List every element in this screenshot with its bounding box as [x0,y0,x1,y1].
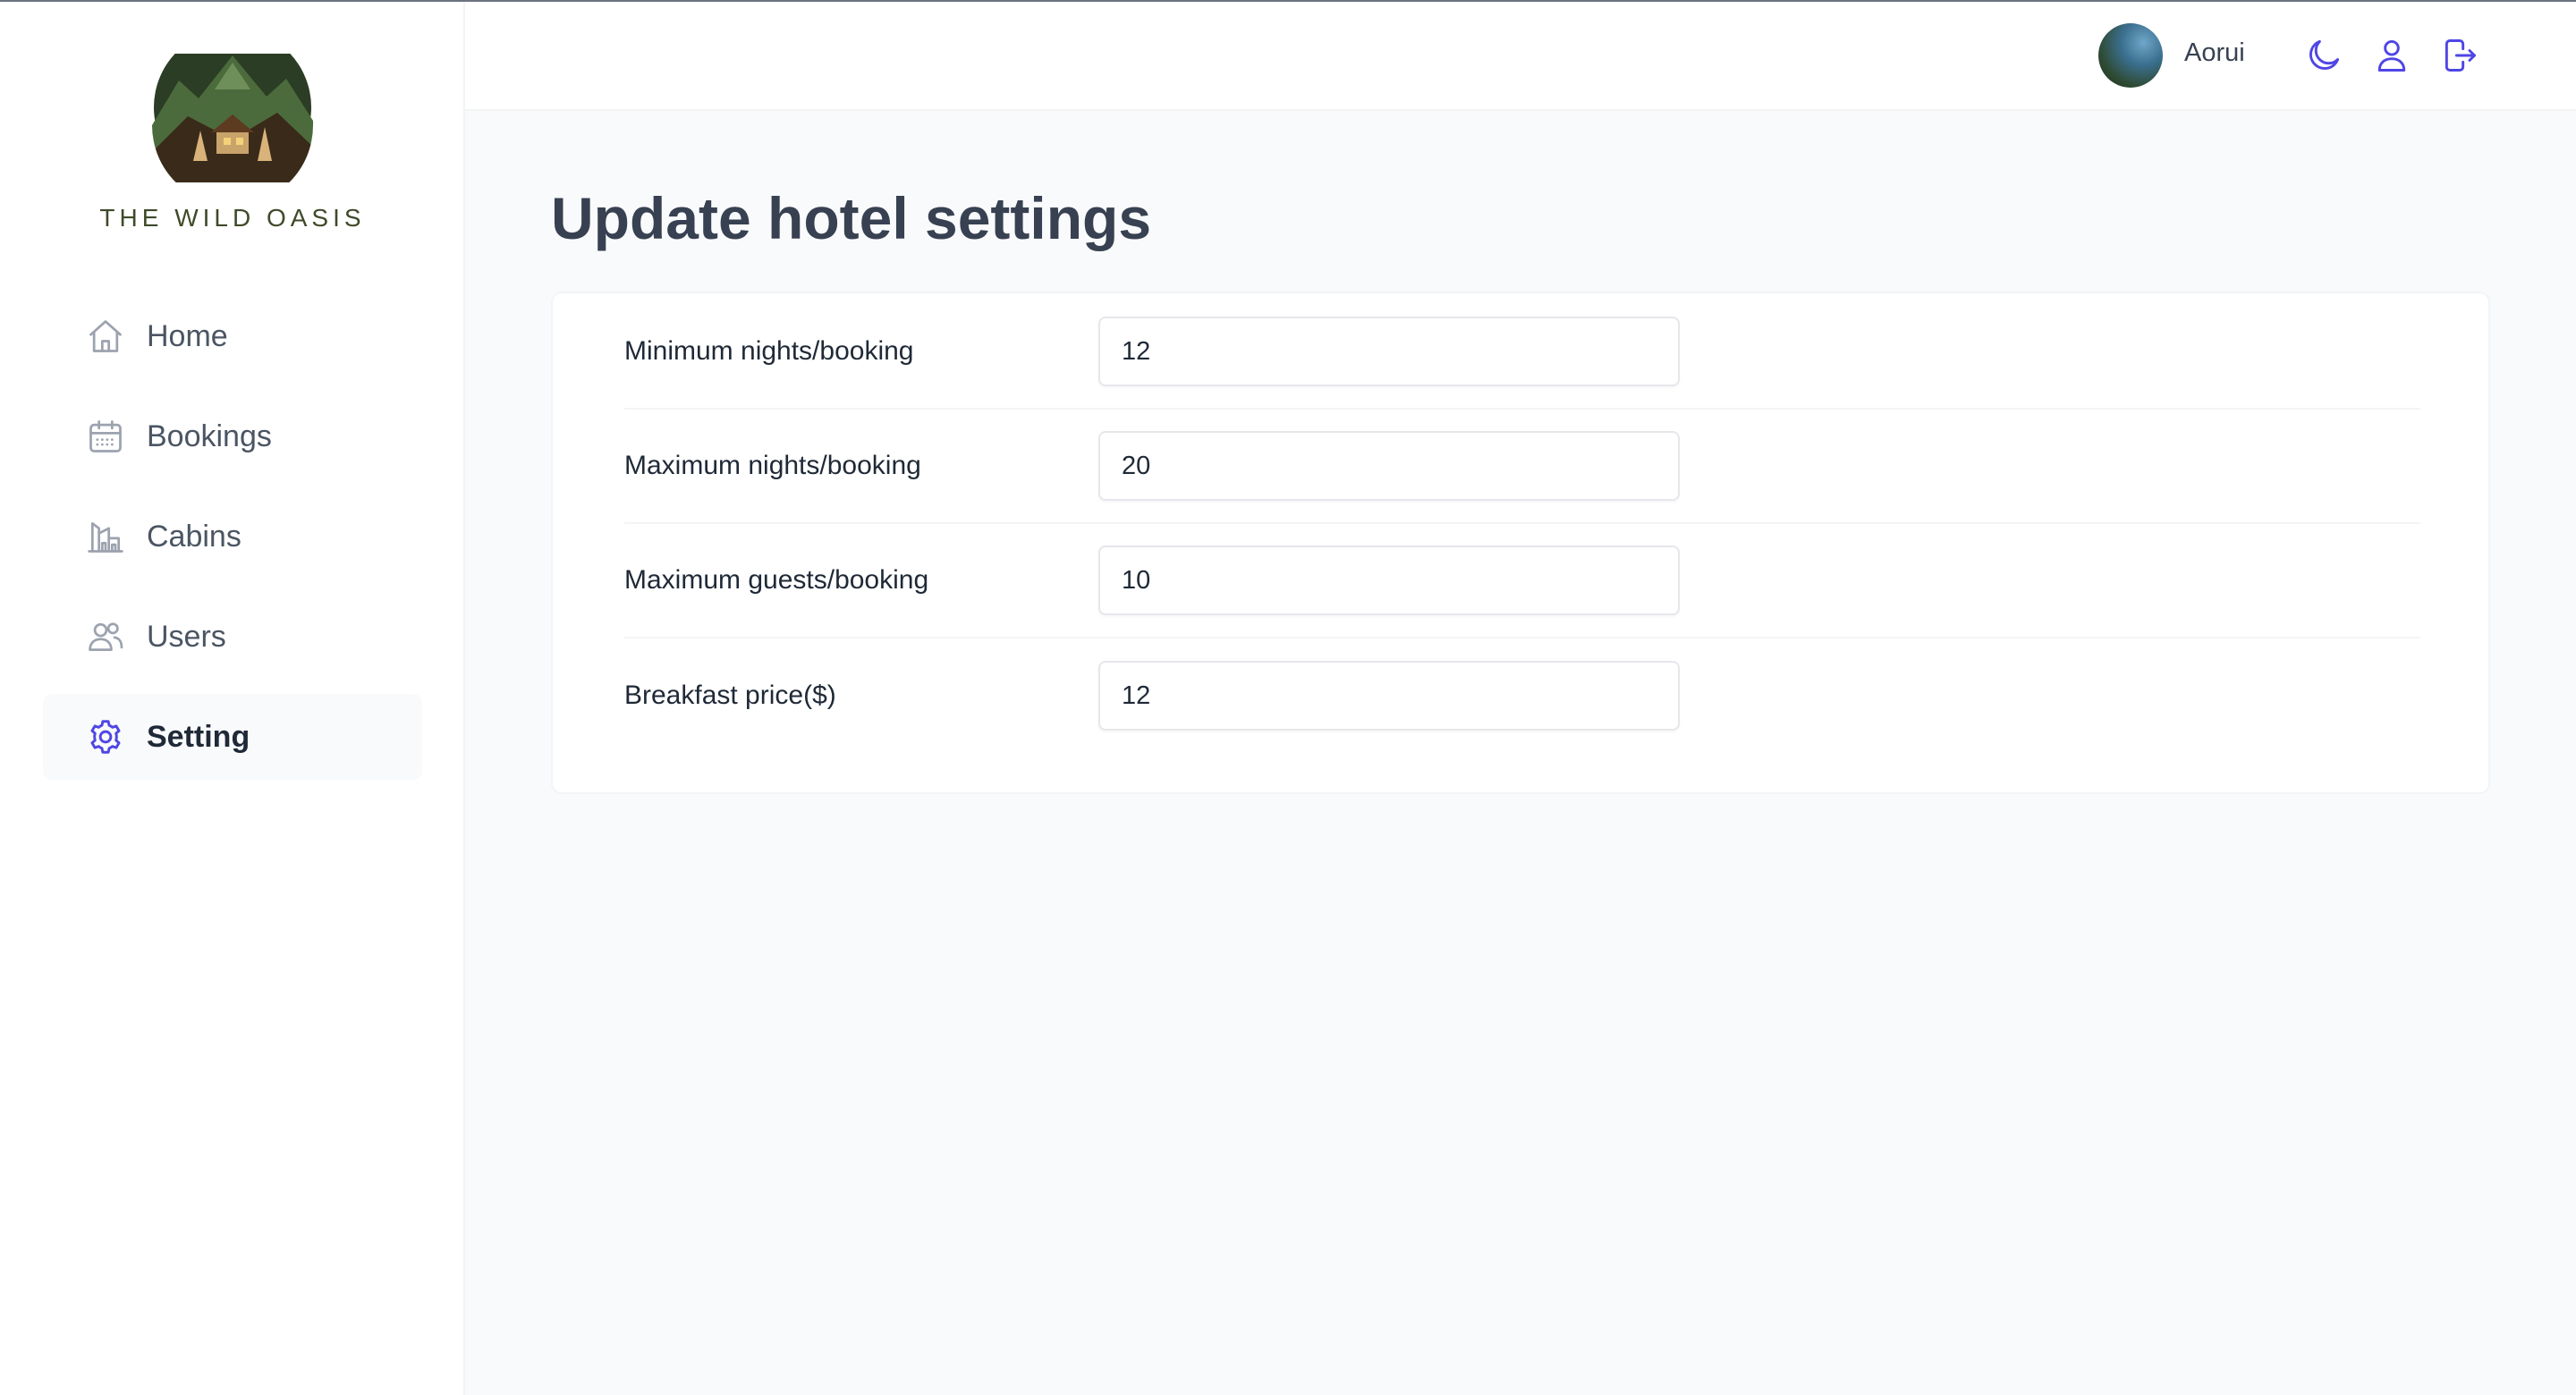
user-name: Aorui [2184,38,2245,67]
account-button[interactable] [2370,34,2413,77]
window-top-border [0,0,2576,2]
sidebar-item-cabins[interactable]: Cabins [43,494,422,579]
breakfast-price-input[interactable] [1098,661,1680,731]
cabins-icon [86,517,125,556]
min-nights-label: Minimum nights/booking [624,336,914,366]
gear-icon [86,717,125,757]
sidebar-item-label: Cabins [147,519,242,554]
form-row-min-nights: Minimum nights/booking [624,295,2420,410]
form-row-max-guests: Maximum guests/booking [624,524,2420,638]
sidebar: THE WILD OASIS Home Bookings Cabins User… [0,0,465,1395]
min-nights-input[interactable] [1098,317,1680,386]
logout-icon [2445,39,2476,72]
settings-form: Minimum nights/booking Maximum nights/bo… [551,292,2490,794]
home-icon [86,317,125,356]
sidebar-item-label: Bookings [147,418,272,453]
breakfast-price-label: Breakfast price($) [624,681,836,710]
avatar[interactable] [2098,23,2163,88]
sidebar-item-home[interactable]: Home [43,293,422,379]
logo-image-icon [152,54,313,182]
form-row-breakfast-price: Breakfast price($) [624,638,2420,753]
logo[interactable]: THE WILD OASIS [0,54,465,232]
page-title: Update hotel settings [551,185,1152,251]
logo-text: THE WILD OASIS [99,204,366,232]
sidebar-item-bookings[interactable]: Bookings [43,393,422,479]
users-icon [86,617,125,656]
sidebar-item-setting[interactable]: Setting [43,694,422,780]
sidebar-item-label: Home [147,318,228,353]
max-guests-input[interactable] [1098,545,1680,615]
sidebar-item-label: Users [147,619,226,654]
user-icon [2377,39,2406,72]
calendar-icon [86,417,125,456]
sidebar-item-users[interactable]: Users [43,594,422,680]
top-header: Aorui [465,0,2576,111]
form-row-max-nights: Maximum nights/booking [624,410,2420,524]
max-nights-label: Maximum nights/booking [624,451,921,480]
sidebar-nav: Home Bookings Cabins Users Setting [43,293,422,794]
sidebar-item-label: Setting [147,719,250,754]
dark-mode-toggle-button[interactable] [2302,34,2345,77]
logout-button[interactable] [2438,34,2481,77]
moon-icon [2309,39,2340,70]
max-guests-label: Maximum guests/booking [624,565,929,595]
max-nights-input[interactable] [1098,431,1680,501]
